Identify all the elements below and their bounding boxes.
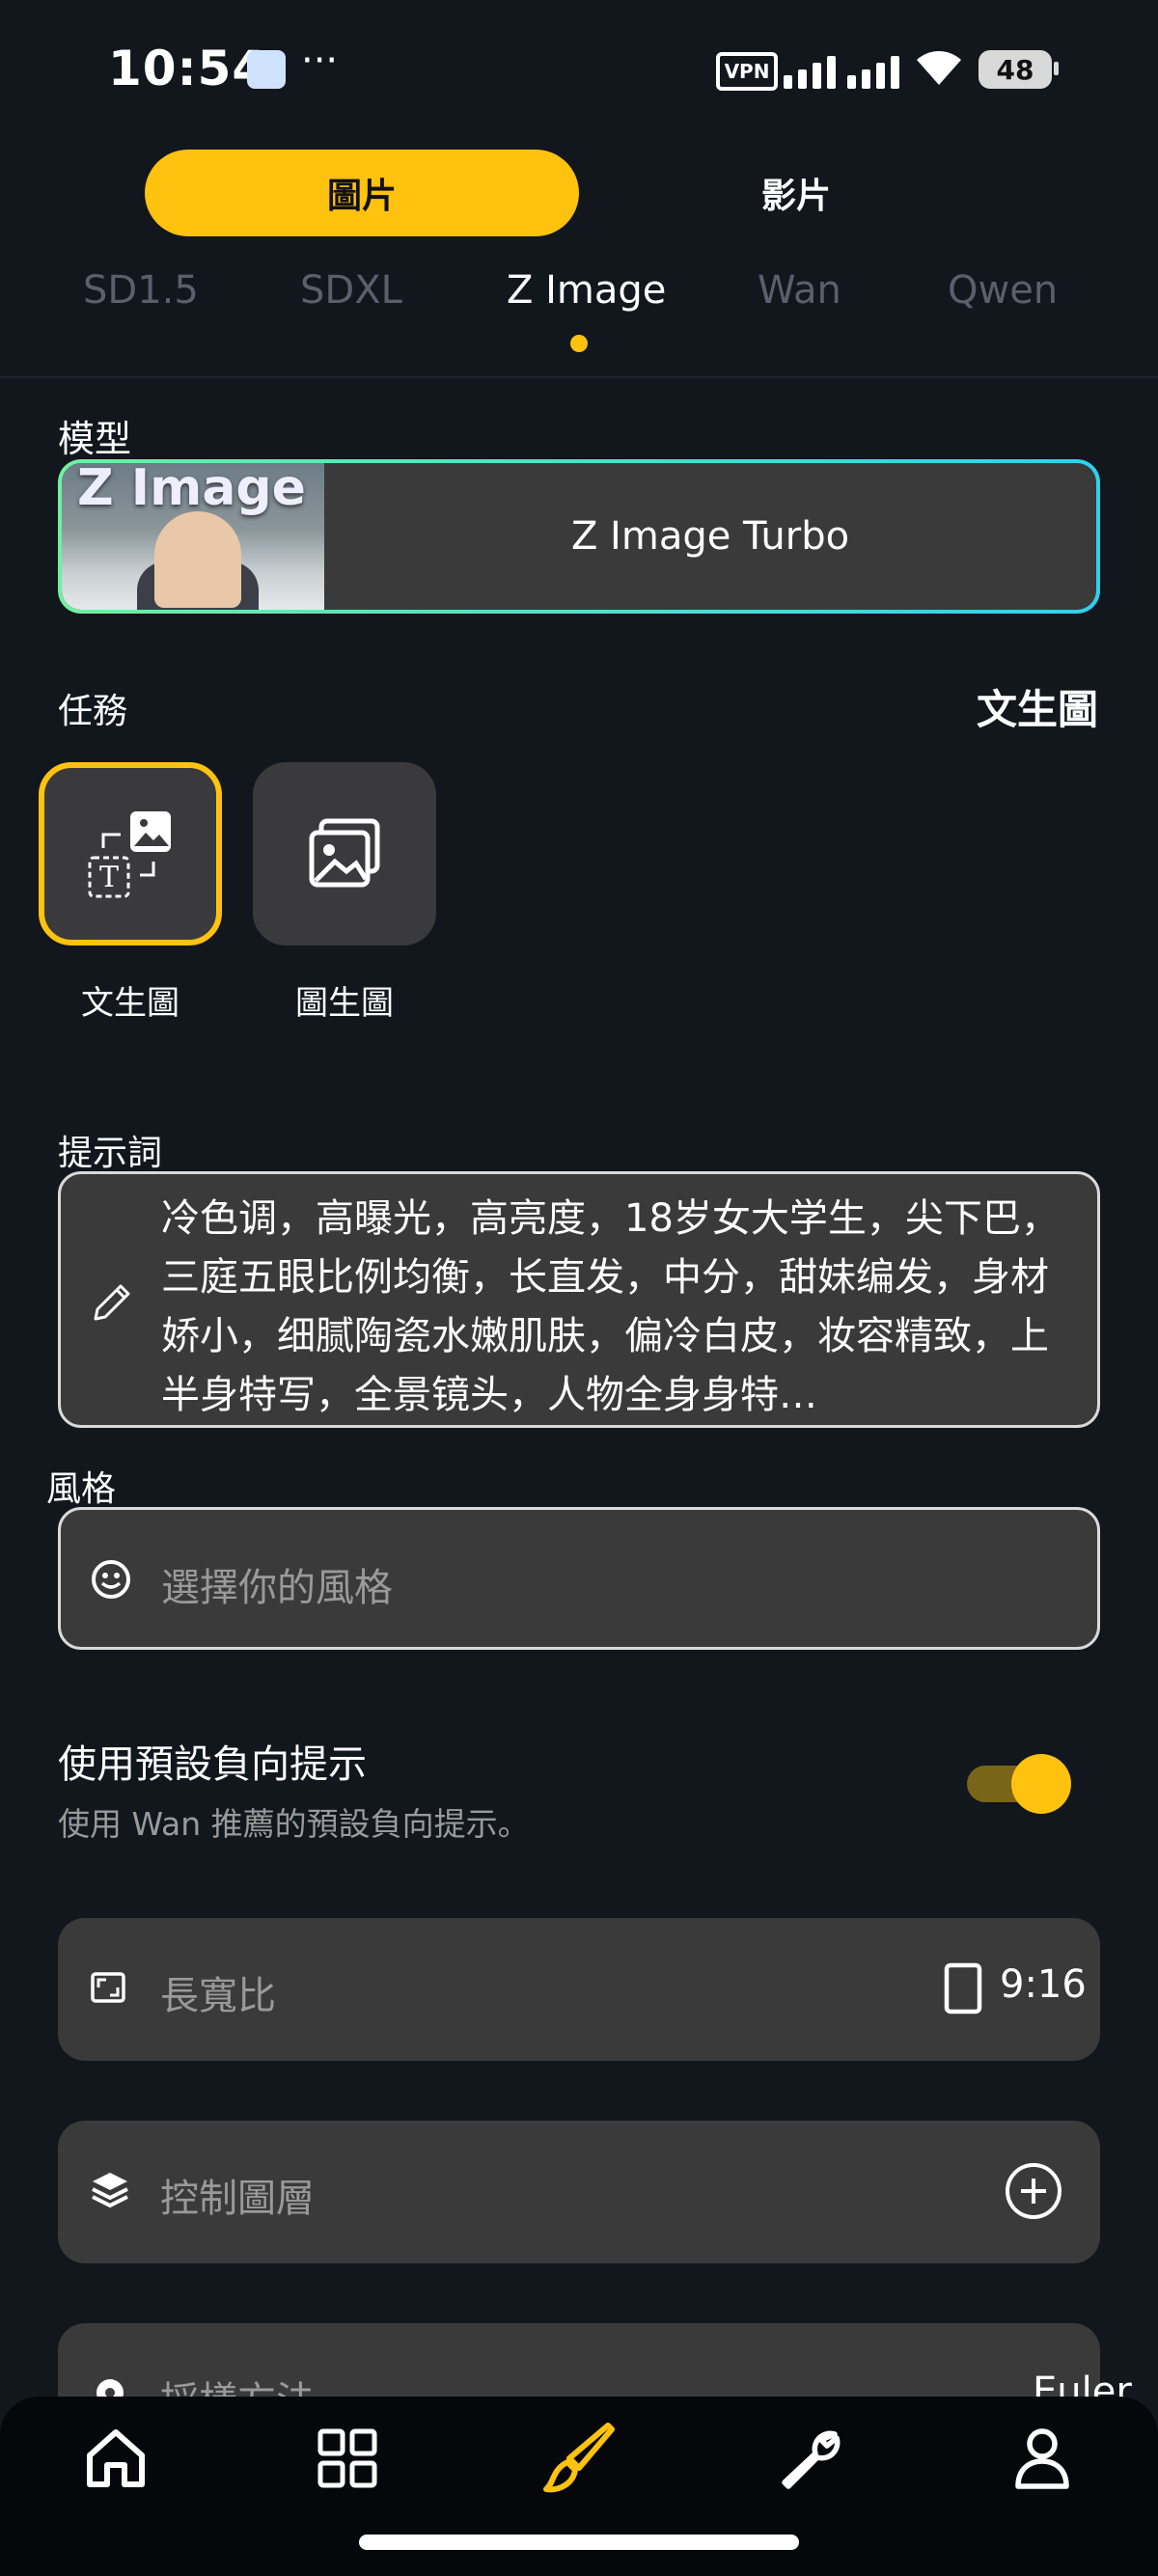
nav-tools-wrench-icon[interactable] [772, 2420, 849, 2497]
control-layer-label: 控制圖層 [160, 2177, 315, 2221]
task-section-label: 任務 [58, 692, 128, 731]
model-tab-qwen[interactable]: Qwen [948, 268, 1058, 313]
aspect-ratio-row[interactable]: 長寬比 9:16 [58, 1918, 1100, 2061]
style-placeholder: 選擇你的風格 [161, 1566, 393, 1610]
task-text-to-image-label: 文生圖 [81, 984, 179, 1023]
header-divider [0, 376, 1158, 378]
model-section-label: 模型 [58, 418, 132, 460]
aspect-ratio-icon [91, 1972, 125, 2003]
aspect-ratio-label: 長寬比 [160, 1974, 276, 2018]
model-thumbnail-title: Z Image [77, 463, 306, 517]
tab-video[interactable]: 影片 [627, 150, 965, 236]
wifi-icon [915, 48, 963, 91]
prompt-input[interactable]: 冷色调，高曝光，高亮度，18岁女大学生，尖下巴，三庭五眼比例均衡，长直发，中分，… [58, 1171, 1100, 1428]
control-layer-row[interactable]: 控制圖層 [58, 2121, 1100, 2263]
prompt-section-label: 提示詞 [58, 1134, 163, 1173]
active-tab-indicator [570, 335, 588, 352]
aspect-ratio-value: 9:16 [1000, 1962, 1087, 2007]
status-time: 10:54 [108, 41, 267, 96]
model-tab-sd15[interactable]: SD1.5 [83, 268, 199, 313]
toggle-knob[interactable] [1011, 1754, 1071, 1814]
portrait-ratio-icon [944, 1962, 982, 2014]
current-task-label: 文生圖 [976, 686, 1098, 733]
vpn-icon: VPN [716, 52, 778, 91]
negative-prompt-title: 使用預設負向提示 [58, 1742, 367, 1787]
image-to-image-icon [309, 818, 380, 888]
nav-home-icon[interactable] [77, 2420, 154, 2497]
prompt-text: 冷色调，高曝光，高亮度，18岁女大学生，尖下巴，三庭五眼比例均衡，长直发，中分，… [161, 1196, 1060, 1417]
svg-text:T: T [99, 861, 119, 894]
nav-create-brush-icon[interactable] [540, 2420, 618, 2497]
signal-icon [784, 50, 899, 89]
negative-prompt-subtitle: 使用 Wan 推薦的預設負向提示。 [58, 1805, 530, 1843]
more-notifications-icon: ··· [301, 39, 339, 83]
home-indicator[interactable] [359, 2535, 799, 2550]
model-name: Z Image Turbo [570, 514, 850, 559]
battery-tip [1054, 62, 1059, 75]
tab-image[interactable]: 圖片 [145, 150, 579, 236]
model-tab-z-image[interactable]: Z Image [507, 268, 666, 313]
model-selector-card[interactable]: Z Image Z Image Turbo [58, 459, 1100, 614]
style-input[interactable]: 選擇你的風格 [58, 1507, 1100, 1650]
task-image-to-image[interactable] [253, 762, 436, 945]
model-tab-sdxl[interactable]: SDXL [300, 268, 402, 313]
model-tab-wan[interactable]: Wan [758, 268, 841, 313]
model-thumbnail: Z Image [62, 463, 324, 610]
pencil-icon [94, 1284, 130, 1321]
nav-profile-icon[interactable] [1004, 2420, 1081, 2497]
smiley-icon [92, 1560, 130, 1599]
battery-icon: 48 [979, 50, 1052, 89]
task-image-to-image-label: 圖生圖 [295, 984, 394, 1023]
style-section-label: 風格 [46, 1469, 117, 1509]
add-control-layer-icon[interactable] [1004, 2161, 1063, 2221]
nav-apps-icon[interactable] [309, 2420, 386, 2497]
notification-app-icon [247, 50, 286, 89]
task-text-to-image[interactable]: T [39, 762, 222, 945]
layers-icon [92, 2173, 128, 2208]
text-to-image-icon: T [88, 811, 171, 898]
